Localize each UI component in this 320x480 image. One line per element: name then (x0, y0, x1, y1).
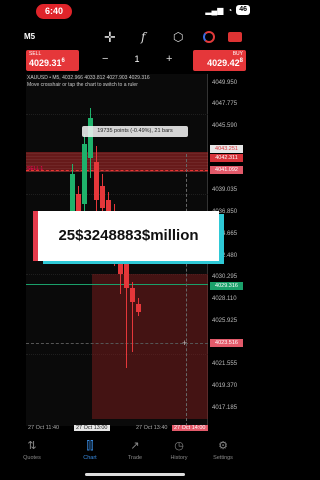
quotes-icon: ⇅ (27, 440, 37, 452)
time-axis[interactable]: 27 Oct 11:40 27 Oct 13:00 27 Oct 13:40 2… (26, 425, 246, 437)
order-zone-lines (26, 152, 208, 172)
price-tick: 4019.370 (212, 383, 238, 389)
time-tick: 27 Oct 13:40 (136, 425, 168, 431)
trade-icon: ↗ (130, 440, 140, 452)
account-icon[interactable] (228, 32, 242, 42)
grid-line (26, 194, 208, 195)
clock: 6:40 (36, 4, 72, 19)
price-tick: 4017.185 (212, 405, 238, 411)
wifi-icon: ◔ (227, 5, 233, 15)
symbol-info: XAUUSD • M5, 4032.966 4033.812 4027.903 … (27, 75, 150, 81)
history-icon: ◷ (174, 440, 184, 452)
crosshair-cursor[interactable]: + (182, 339, 187, 348)
buy-label: BUY (232, 51, 243, 57)
nav-label: Chart (83, 455, 97, 461)
nav-label: Trade (127, 455, 143, 461)
chart-icon: ⫿⫿ (86, 440, 94, 452)
nav-chart[interactable]: ⫿⫿ Chart (70, 439, 110, 461)
sell-order-label: SELL 1 (27, 166, 44, 172)
price-tick: 4039.035 (212, 187, 238, 193)
price-tick: 4025.925 (212, 318, 238, 324)
settings-icon: ⚙ (218, 440, 228, 452)
chart-toolbar: M5 ✛ f ⬡ (0, 24, 270, 50)
crosshair-vertical (186, 154, 187, 426)
price-tick: 4047.775 (212, 101, 238, 107)
overlay-text: 25$3248883$million (58, 227, 199, 244)
volume-increase-button[interactable]: + (166, 53, 172, 65)
time-tick-cursor: 27 Oct 14:00 (172, 425, 208, 431)
nav-quotes[interactable]: ⇅ Quotes (12, 439, 52, 461)
one-click-trade-panel: SELL 4029.316 − 1 + BUY 4029.428 (26, 50, 246, 71)
candle-body (130, 288, 135, 302)
crosshair-horizontal (26, 343, 208, 344)
buy-button[interactable]: BUY 4029.428 (193, 50, 246, 71)
nav-history[interactable]: ◷ History (159, 439, 199, 461)
signal-icon: ▂▄▆ (205, 5, 224, 15)
price-tick: 4049.950 (212, 80, 238, 86)
sell-button[interactable]: SELL 4029.316 (26, 50, 79, 71)
ruler-tooltip: 19735 points (-0.49%), 21 bars (82, 126, 188, 137)
candle-body (100, 186, 105, 208)
battery-icon: 46 (236, 5, 250, 15)
price-tag: 4042.311 (210, 154, 243, 162)
price-tag: 4043.251 (210, 145, 243, 153)
status-icons: ▂▄▆ ◔ 46 (205, 5, 250, 15)
one-click-trading-icon[interactable] (203, 31, 215, 43)
price-tick: 4021.555 (212, 361, 238, 367)
time-tick: 27 Oct 11:40 (28, 425, 60, 431)
nav-settings[interactable]: ⚙ Settings (203, 439, 243, 461)
volume-value[interactable]: 1 (130, 54, 144, 64)
cursor-price-tag: 4023.516 (210, 339, 243, 347)
timeframe-button[interactable]: M5 (24, 28, 35, 46)
candle-body (70, 174, 75, 216)
nav-trade[interactable]: ↗ Trade (115, 439, 155, 461)
objects-icon[interactable]: ⬡ (173, 28, 183, 46)
price-tick: 4028.110 (212, 296, 237, 302)
status-bar: 6:40 ▂▄▆ ◔ 46 (0, 0, 270, 22)
nav-label: History (170, 455, 188, 461)
sell-order-price-tag: 4041.092 (210, 166, 243, 174)
candle-body (136, 304, 141, 312)
time-tick-highlight: 27 Oct 13:00 (74, 425, 110, 431)
sell-order-line[interactable] (26, 170, 208, 171)
ruler-area (92, 274, 208, 419)
candle-body (94, 162, 99, 200)
buy-price: 4029.428 (207, 58, 243, 68)
grid-line (26, 114, 208, 115)
candle-body (82, 144, 87, 204)
volume-decrease-button[interactable]: − (102, 53, 108, 65)
chart-hint: Move crosshair or tap the chart to switc… (27, 82, 138, 88)
price-tick: 4030.295 (212, 274, 238, 280)
home-indicator (85, 473, 185, 476)
sell-price: 4029.316 (29, 58, 65, 68)
nav-label: Quotes (23, 455, 41, 461)
price-tick: 4045.590 (212, 123, 238, 129)
overlay-banner: 25$3248883$million (38, 211, 219, 261)
nav-label: Settings (213, 455, 233, 461)
sell-label: SELL (29, 51, 42, 57)
candle-body (124, 260, 129, 288)
crosshair-icon[interactable]: ✛ (104, 28, 116, 46)
function-icon[interactable]: f (141, 28, 145, 46)
current-price-line (26, 284, 208, 285)
current-price-tag: 4029.316 (210, 282, 243, 290)
candle-body (88, 118, 93, 158)
